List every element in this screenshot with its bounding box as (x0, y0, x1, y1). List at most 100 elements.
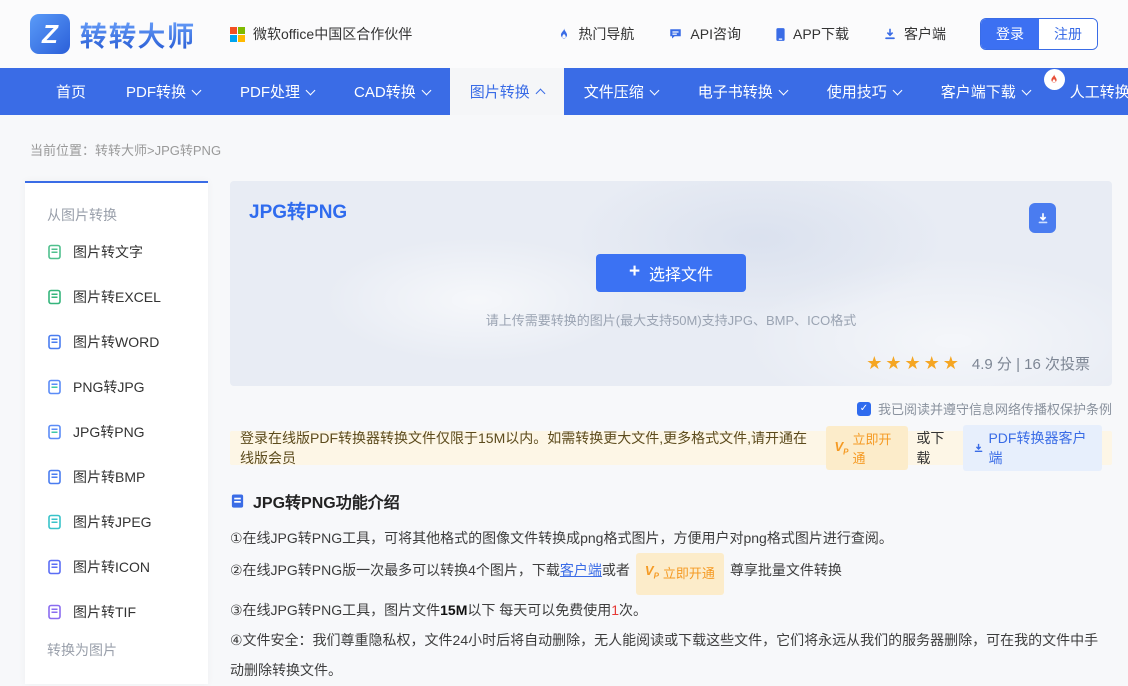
nav-tips-label: 使用技巧 (827, 81, 887, 102)
nav-tips[interactable]: 使用技巧 (807, 68, 921, 115)
intro-title: JPG转PNG功能介绍 (253, 489, 400, 513)
intro-line-3-red: 1 (611, 602, 619, 618)
client-inline-link[interactable]: 客户端 (560, 562, 602, 578)
intro-line-4-text: ④文件安全：我们尊重隐私权，文件24小时后将自动删除，无人能阅读或下载这些文件，… (230, 632, 1098, 678)
intro-line-2: ②在线JPG转PNG版一次最多可以转换4个图片，下载客户端或者VP立即开通尊享批… (230, 553, 1112, 595)
sidebar-item-image-to-text[interactable]: 图片转文字 (47, 229, 208, 274)
intro-line-2-text-b: 或者 (602, 562, 630, 578)
microsoft-partner: 微软office中国区合作伙伴 (230, 24, 412, 44)
phone-icon (775, 27, 786, 42)
chat-icon (668, 27, 683, 41)
nav-manual-convert[interactable]: 人工转换 HOT (1050, 68, 1128, 115)
chevron-up-icon (535, 89, 545, 99)
breadcrumb-path[interactable]: 转转大师>JPG转PNG (95, 143, 221, 158)
panel-download-button[interactable] (1029, 203, 1056, 233)
sidebar-item-image-to-excel[interactable]: 图片转EXCEL (47, 274, 208, 319)
download-arrow-icon (1036, 211, 1050, 226)
api-consult-label: API咨询 (690, 24, 741, 44)
chevron-down-icon (192, 85, 202, 95)
vip-open-label: 立即开通 (853, 429, 900, 467)
chevron-down-icon (306, 85, 316, 95)
nav-ebook-convert[interactable]: 电子书转换 (678, 68, 807, 115)
nav-home[interactable]: 首页 (36, 68, 106, 115)
sidebar-item-label: 图片转BMP (73, 467, 145, 487)
sidebar: 从图片转换 图片转文字 图片转EXCEL 图片转WORD PNG转JPG JPG… (25, 181, 208, 684)
login-button[interactable]: 登录 (981, 19, 1039, 49)
app-download-link[interactable]: APP下载 (775, 24, 849, 44)
jpg-to-png-icon (47, 424, 63, 440)
nav-file-compress-label: 文件压缩 (584, 81, 644, 102)
app-download-label: APP下载 (793, 24, 849, 44)
agreement-label[interactable]: 我已阅读并遵守信息网络传播权保护条例 (878, 399, 1112, 418)
nav-image-convert-active[interactable]: 图片转换 (450, 68, 564, 115)
vip-icon: VP (835, 439, 849, 457)
select-file-label: 选择文件 (649, 261, 713, 285)
intro-line-3-text-c: 次。 (619, 602, 647, 618)
download-icon (973, 442, 984, 454)
client-download-link[interactable]: 客户端 (883, 24, 946, 44)
breadcrumb: 当前位置：转转大师>JPG转PNG (0, 115, 1128, 181)
nav-pdf-process-label: PDF处理 (240, 81, 300, 102)
intro-line-1: ①在线JPG转PNG工具，可将其他格式的图像文件转换成png格式图片，方便用户对… (230, 523, 1112, 553)
sidebar-item-label: 图片转WORD (73, 332, 159, 352)
plus-icon: + (629, 261, 640, 283)
star-icons[interactable]: ★★★★★ (866, 353, 962, 374)
intro-line-3-text-b: 以下 每天可以免费使用 (467, 602, 611, 618)
agreement-checkbox[interactable]: ✓ (857, 402, 871, 416)
vip-open-inline-button[interactable]: VP立即开通 (636, 553, 724, 595)
intro-line-3-bold: 15M (440, 602, 467, 618)
sidebar-item-label: 图片转JPEG (73, 512, 152, 532)
nav-ebook-convert-label: 电子书转换 (698, 81, 773, 102)
sidebar-item-image-to-tif[interactable]: 图片转TIF (47, 589, 208, 634)
download-icon (883, 27, 897, 41)
register-button[interactable]: 注册 (1039, 19, 1097, 49)
sidebar-item-image-to-jpeg[interactable]: 图片转JPEG (47, 499, 208, 544)
auth-buttons: 登录 注册 (980, 18, 1098, 50)
image-to-word-icon (47, 334, 63, 350)
vip-open-button[interactable]: VP 立即开通 (826, 426, 909, 470)
nav-file-compress[interactable]: 文件压缩 (564, 68, 678, 115)
star-rating[interactable]: ★★★★★ 4.9 分 | 16 次投票 (866, 353, 1090, 374)
intro-header: JPG转PNG功能介绍 (230, 489, 1112, 513)
upload-panel: JPG转PNG + 选择文件 请上传需要转换的图片(最大支持50M)支持JPG、… (230, 181, 1112, 386)
sidebar-item-image-to-bmp[interactable]: 图片转BMP (47, 454, 208, 499)
rating-text: 4.9 分 | 16 次投票 (972, 353, 1090, 374)
sidebar-item-label: 图片转ICON (73, 557, 150, 577)
sidebar-item-png-to-jpg[interactable]: PNG转JPG (47, 364, 208, 409)
nav-pdf-process[interactable]: PDF处理 (220, 68, 334, 115)
sidebar-section-from-image: 从图片转换 (47, 205, 208, 225)
site-logo[interactable]: Z 转转大师 (30, 14, 196, 54)
microsoft-logo-icon (230, 27, 245, 42)
sidebar-item-jpg-to-png[interactable]: JPG转PNG (47, 409, 208, 454)
sidebar-item-label: PNG转JPG (73, 377, 145, 397)
intro-line-2-text: ②在线JPG转PNG版一次最多可以转换4个图片，下载 (230, 562, 560, 578)
image-to-text-icon (47, 244, 63, 260)
api-consult-link[interactable]: API咨询 (668, 24, 741, 44)
sidebar-item-image-to-icon[interactable]: 图片转ICON (47, 544, 208, 589)
chevron-down-icon (1021, 85, 1031, 95)
logo-text: 转转大师 (80, 15, 196, 54)
nav-client-download[interactable]: 客户端下载 (921, 68, 1050, 115)
png-to-jpg-icon (47, 379, 63, 395)
feature-intro: JPG转PNG功能介绍 ①在线JPG转PNG工具，可将其他格式的图像文件转换成p… (230, 489, 1112, 685)
pdf-client-label: PDF转换器客户端 (988, 428, 1092, 468)
nav-cad-convert[interactable]: CAD转换 (334, 68, 450, 115)
page-title: JPG转PNG (249, 197, 347, 224)
hot-nav-link[interactable]: 热门导航 (557, 24, 634, 44)
select-file-button[interactable]: + 选择文件 (596, 254, 746, 292)
nav-pdf-convert[interactable]: PDF转换 (106, 68, 220, 115)
intro-body: ①在线JPG转PNG工具，可将其他格式的图像文件转换成png格式图片，方便用户对… (230, 523, 1112, 685)
sidebar-item-image-to-word[interactable]: 图片转WORD (47, 319, 208, 364)
intro-line-3: ③在线JPG转PNG工具，图片文件15M以下 每天可以免费使用1次。 (230, 595, 1112, 625)
sidebar-item-label: 图片转TIF (73, 602, 136, 622)
main-column: JPG转PNG + 选择文件 请上传需要转换的图片(最大支持50M)支持JPG、… (230, 181, 1112, 685)
top-header: Z 转转大师 微软office中国区合作伙伴 热门导航 API咨询 (0, 0, 1128, 68)
nav-home-label: 首页 (56, 81, 86, 102)
intro-line-3-text: ③在线JPG转PNG工具，图片文件 (230, 602, 440, 618)
header-links: 热门导航 API咨询 APP下载 客户端 登录 (557, 18, 1098, 50)
sidebar-item-label: 图片转EXCEL (73, 287, 161, 307)
nav-manual-convert-label: 人工转换 (1070, 81, 1128, 102)
vip-icon: VP (645, 556, 659, 592)
nav-pdf-convert-label: PDF转换 (126, 81, 186, 102)
pdf-client-link[interactable]: PDF转换器客户端 (963, 425, 1102, 471)
